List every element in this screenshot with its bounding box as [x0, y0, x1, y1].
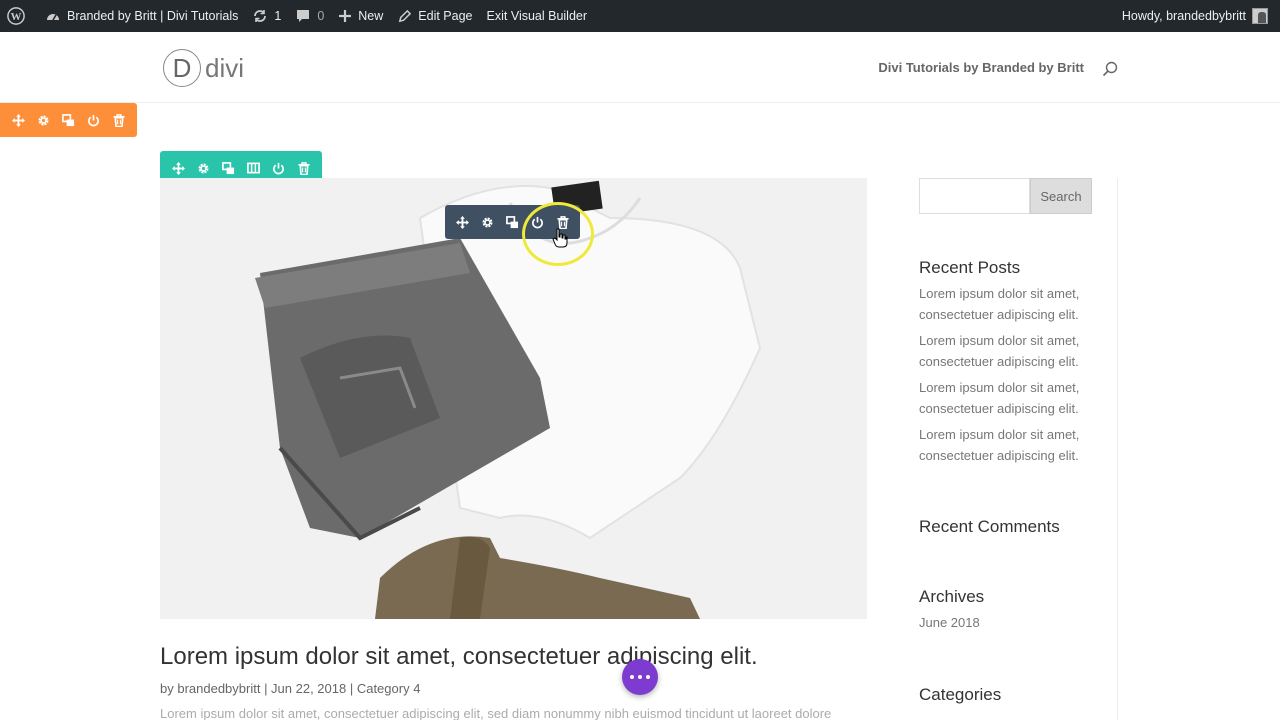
- wordpress-logo-icon[interactable]: W: [0, 0, 38, 32]
- updates-link[interactable]: 1: [245, 0, 288, 32]
- edit-page-link[interactable]: Edit Page: [390, 0, 479, 32]
- logo-mark: D: [163, 49, 201, 87]
- logo-text: divi: [205, 52, 245, 83]
- pencil-icon: [399, 9, 412, 22]
- avatar: [1252, 8, 1268, 24]
- updates-count: 1: [274, 9, 282, 23]
- nav-link[interactable]: Divi Tutorials by Branded by Britt: [878, 60, 1084, 75]
- recent-comments-title: Recent Comments: [919, 517, 1060, 536]
- power-icon[interactable]: [81, 103, 106, 137]
- new-label: New: [358, 9, 384, 23]
- featured-image: [160, 178, 867, 619]
- gear-icon[interactable]: [31, 103, 56, 137]
- refresh-icon: [254, 10, 267, 22]
- hand-cursor-icon: [552, 228, 568, 253]
- trash-icon[interactable]: [106, 103, 131, 137]
- recent-post-link[interactable]: Lorem ipsum dolor sit amet, consectetuer…: [919, 378, 1099, 419]
- comments-count: 0: [317, 9, 325, 23]
- recent-post-link[interactable]: Lorem ipsum dolor sit amet, consectetuer…: [919, 284, 1099, 325]
- recent-posts-title: Recent Posts: [919, 258, 1021, 277]
- duplicate-icon[interactable]: [56, 103, 81, 137]
- site-logo[interactable]: D divi: [163, 49, 244, 87]
- admin-bar: W Branded by Britt | Divi Tutorials 1 0 …: [0, 0, 1280, 32]
- builder-settings-button[interactable]: [622, 659, 658, 695]
- comment-icon: [297, 10, 310, 22]
- site-header: D divi Divi Tutorials by Branded by Brit…: [0, 32, 1280, 103]
- archives-title: Archives: [919, 587, 985, 606]
- move-icon[interactable]: [450, 205, 475, 239]
- recent-post-link[interactable]: Lorem ipsum dolor sit amet, consectetuer…: [919, 425, 1099, 466]
- dashboard-icon: [47, 14, 59, 21]
- post-excerpt: Lorem ipsum dolor sit amet, consectetuer…: [160, 706, 832, 720]
- comments-link[interactable]: 0: [288, 0, 331, 32]
- sidebar-search-input[interactable]: [919, 178, 1030, 214]
- site-name-link[interactable]: Branded by Britt | Divi Tutorials: [38, 0, 245, 32]
- svg-text:W: W: [11, 11, 22, 23]
- sidebar-divider: [1117, 178, 1118, 720]
- exit-label: Exit Visual Builder: [486, 9, 588, 23]
- archive-link[interactable]: June 2018: [919, 613, 1099, 634]
- greeting: Howdy, brandedbybritt: [1121, 9, 1246, 23]
- categories-title: Categories: [919, 685, 1002, 704]
- new-link[interactable]: New: [331, 0, 390, 32]
- account-menu[interactable]: Howdy, brandedbybritt: [1122, 0, 1268, 32]
- gear-icon[interactable]: [475, 205, 500, 239]
- edit-page-label: Edit Page: [418, 9, 473, 23]
- exit-visual-builder-link[interactable]: Exit Visual Builder: [480, 0, 595, 32]
- sidebar-search-button[interactable]: Search: [1030, 178, 1092, 214]
- post-meta: by brandedbybritt | Jun 22, 2018 | Categ…: [160, 681, 421, 696]
- site-name: Branded by Britt | Divi Tutorials: [67, 9, 239, 23]
- section-toolbar: [0, 103, 137, 137]
- search-icon[interactable]: [1102, 61, 1118, 82]
- plus-icon: [339, 10, 352, 22]
- recent-post-link[interactable]: Lorem ipsum dolor sit amet, consectetuer…: [919, 331, 1099, 372]
- move-icon[interactable]: [6, 103, 31, 137]
- post-title[interactable]: Lorem ipsum dolor sit amet, consectetuer…: [160, 643, 758, 671]
- more-dots-icon: [630, 675, 634, 679]
